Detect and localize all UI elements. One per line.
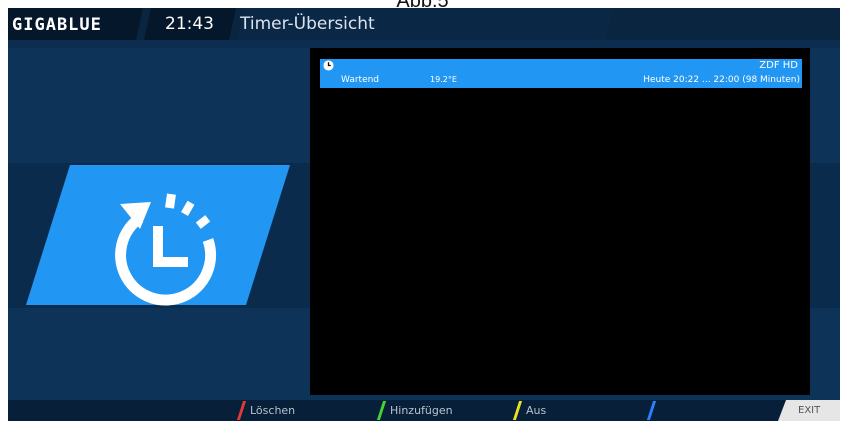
green-key-label: Hinzufügen	[390, 404, 453, 417]
footer-bar: Löschen Hinzufügen Aus EXIT	[8, 400, 840, 421]
exit-button[interactable]: EXIT	[778, 400, 840, 421]
timer-state: Wartend	[341, 75, 380, 85]
timer-list: ZDF HD Wartend 19.2°E Heute 20:22 ... 22…	[310, 48, 810, 395]
header-bar: GIGABLUE 21:43 Timer-Übersicht	[8, 8, 840, 40]
timer-clock-icon	[115, 193, 217, 306]
exit-label: EXIT	[798, 405, 821, 416]
timer-channel: ZDF HD	[759, 60, 798, 71]
clock-icon	[323, 60, 334, 71]
clock: 21:43	[165, 14, 214, 34]
tv-screen: GIGABLUE 21:43 Timer-Übersicht ZDF HD Wa…	[8, 8, 840, 421]
timer-row[interactable]: ZDF HD Wartend 19.2°E Heute 20:22 ... 22…	[320, 59, 802, 88]
yellow-key-indicator	[512, 401, 523, 420]
yellow-key-label: Aus	[526, 404, 547, 417]
red-key-label: Löschen	[250, 404, 296, 417]
green-key-indicator	[376, 401, 387, 420]
gigablue-logo: GIGABLUE	[12, 15, 102, 35]
page-title: Timer-Übersicht	[240, 14, 375, 34]
red-key-indicator	[236, 401, 247, 420]
timer-orbital-position: 19.2°E	[430, 75, 457, 84]
blue-key-indicator	[646, 401, 657, 420]
timer-time: Heute 20:22 ... 22:00 (98 Minuten)	[643, 75, 800, 85]
